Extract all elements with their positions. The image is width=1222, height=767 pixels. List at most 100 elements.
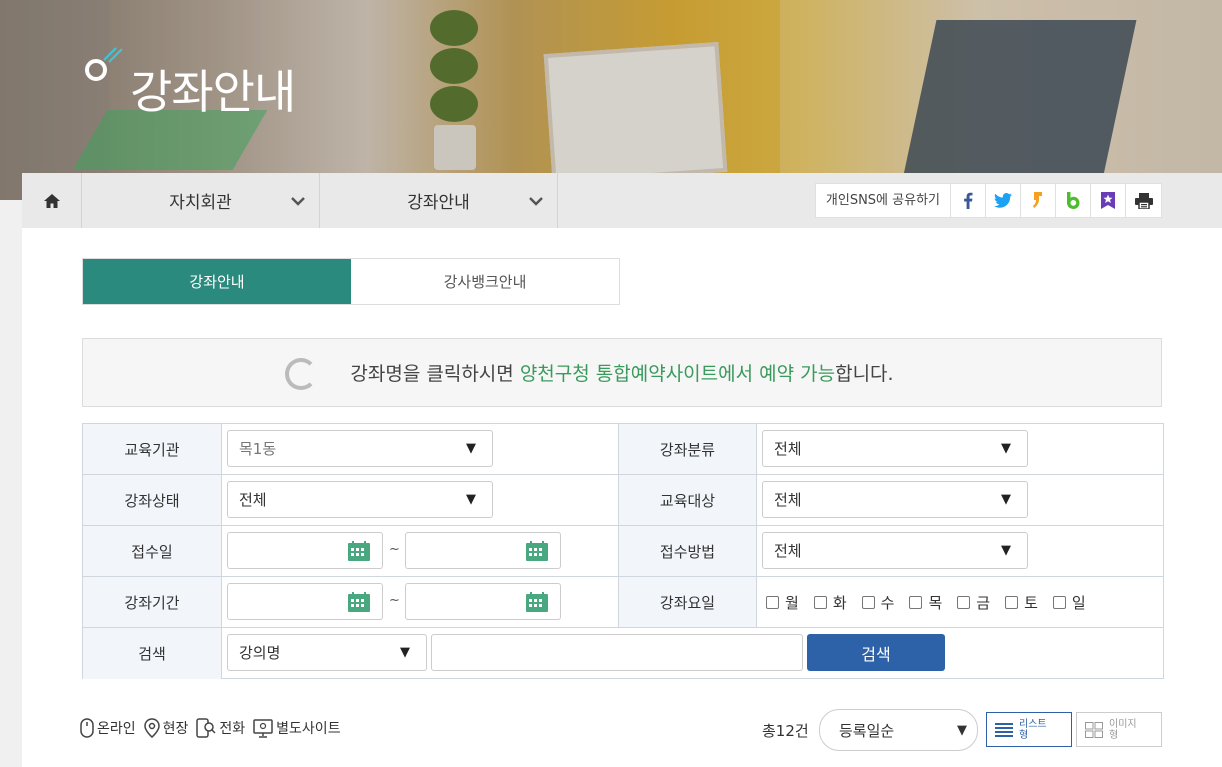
twitter-share-button[interactable] bbox=[986, 184, 1021, 217]
kakaostory-icon bbox=[1033, 192, 1042, 208]
dropdown-arrow-icon: ▼ bbox=[1001, 492, 1011, 507]
page-banner: 강좌안내 bbox=[0, 0, 1222, 200]
view-list-button[interactable]: 리스트형 bbox=[986, 712, 1072, 747]
calendar-icon[interactable] bbox=[526, 592, 548, 612]
checkbox[interactable] bbox=[909, 596, 923, 609]
notice-suffix: 합니다. bbox=[835, 363, 894, 385]
legend-label: 현장 bbox=[162, 721, 189, 737]
notice-text: 강좌명을 클릭하시면 양천구청 통합예약사이트에서 예약 가능합니다. bbox=[350, 359, 893, 386]
sns-share-bar: 개인SNS에 공유하기 bbox=[814, 183, 1162, 218]
band-share-button[interactable] bbox=[1056, 184, 1091, 217]
chevron-down-icon bbox=[529, 197, 543, 206]
range-separator: ~ bbox=[389, 542, 400, 557]
weekday-text: 토 bbox=[1024, 594, 1038, 612]
view-image-button[interactable]: 이미지형 bbox=[1076, 712, 1162, 747]
dropdown-arrow-icon: ▼ bbox=[957, 723, 967, 738]
period-label: 강좌기간 bbox=[83, 577, 222, 627]
bookmark-share-button[interactable] bbox=[1091, 184, 1126, 217]
nav-menu-label: 자치회관 bbox=[169, 193, 232, 213]
search-button[interactable]: 검색 bbox=[807, 634, 945, 671]
receipt-method-label: 접수방법 bbox=[618, 526, 757, 576]
home-icon bbox=[43, 193, 60, 208]
legend-label: 별도사이트 bbox=[276, 721, 341, 737]
checkbox[interactable] bbox=[957, 596, 971, 609]
kakaostory-share-button[interactable] bbox=[1021, 184, 1056, 217]
checkbox[interactable] bbox=[1005, 596, 1019, 609]
legend-label: 전화 bbox=[219, 721, 246, 737]
weekday-option[interactable]: 토 bbox=[1005, 592, 1038, 613]
mouse-icon bbox=[80, 718, 94, 738]
search-form: 교육기관 목1동 ▼ 강좌분류 전체 ▼ 강좌상태 전체 ▼ 교육대상 전체 ▼… bbox=[82, 423, 1164, 679]
weekday-option[interactable]: 화 bbox=[813, 592, 847, 613]
receipt-method-select[interactable]: 전체 ▼ bbox=[762, 532, 1028, 569]
calendar-icon[interactable] bbox=[526, 541, 548, 561]
institution-value: 목1동 bbox=[239, 440, 277, 458]
calendar-icon[interactable] bbox=[348, 592, 370, 612]
search-row: 강좌상태 전체 ▼ 교육대상 전체 ▼ bbox=[83, 475, 1163, 526]
location-navbar: 자치회관 강좌안내 개인SNS에 공유하기 bbox=[22, 173, 1222, 228]
tab-course-info[interactable]: 강좌안내 bbox=[83, 259, 351, 304]
keyword-type-select[interactable]: 강의명 ▼ bbox=[227, 634, 427, 671]
reservation-notice: 강좌명을 클릭하시면 양천구청 통합예약사이트에서 예약 가능합니다. bbox=[82, 338, 1162, 407]
result-count: 총12건 bbox=[762, 722, 809, 740]
list-view-icon bbox=[995, 722, 1013, 737]
weekday-text: 수 bbox=[880, 594, 895, 612]
print-button[interactable] bbox=[1126, 184, 1161, 217]
weekday-text: 일 bbox=[1071, 594, 1086, 612]
home-button[interactable] bbox=[22, 173, 82, 228]
checkbox[interactable] bbox=[1052, 596, 1066, 609]
receipt-method-value: 전체 bbox=[774, 542, 802, 560]
view-list-label: 리스트형 bbox=[1019, 718, 1047, 741]
category-select[interactable]: 전체 ▼ bbox=[762, 430, 1028, 467]
view-image-label: 이미지형 bbox=[1109, 718, 1137, 741]
page-title: 강좌안내 bbox=[130, 65, 296, 119]
status-value: 전체 bbox=[239, 491, 267, 509]
facebook-share-button[interactable] bbox=[951, 184, 986, 217]
dropdown-arrow-icon: ▼ bbox=[466, 441, 476, 456]
weekday-text: 월 bbox=[785, 594, 799, 612]
status-select[interactable]: 전체 ▼ bbox=[227, 481, 493, 518]
weekday-text: 화 bbox=[832, 594, 847, 612]
weekday-option[interactable]: 금 bbox=[957, 592, 990, 613]
twitter-icon bbox=[994, 193, 1012, 208]
target-value: 전체 bbox=[774, 491, 802, 509]
institution-select[interactable]: 목1동 ▼ bbox=[227, 430, 493, 467]
print-icon bbox=[1134, 192, 1153, 209]
keyword-input[interactable] bbox=[431, 634, 803, 671]
category-label: 강좌분류 bbox=[618, 424, 757, 474]
share-label: 개인SNS에 공유하기 bbox=[816, 184, 951, 217]
band-icon bbox=[1066, 192, 1079, 209]
calendar-icon[interactable] bbox=[348, 541, 370, 561]
nav-menu-2[interactable]: 강좌안내 bbox=[320, 173, 558, 228]
checkbox[interactable] bbox=[766, 596, 779, 609]
loading-icon bbox=[285, 358, 317, 390]
checkbox[interactable] bbox=[861, 596, 875, 609]
weekday-option[interactable]: 월 bbox=[766, 592, 799, 613]
weekday-option[interactable]: 목 bbox=[909, 592, 942, 613]
period-start-date-input[interactable] bbox=[227, 583, 383, 620]
weekday-text: 금 bbox=[976, 594, 991, 612]
range-separator: ~ bbox=[389, 593, 400, 608]
sort-value: 등록일순 bbox=[839, 721, 895, 740]
legend-online: 온라인 bbox=[80, 718, 136, 738]
period-end-date-input[interactable] bbox=[405, 583, 561, 620]
receipt-end-date-input[interactable] bbox=[405, 532, 561, 569]
checkbox[interactable] bbox=[813, 596, 827, 609]
dropdown-arrow-icon: ▼ bbox=[1001, 441, 1011, 456]
tab-instructor-bank[interactable]: 강사뱅크안내 bbox=[351, 259, 619, 304]
notice-prefix: 강좌명을 클릭하시면 bbox=[350, 363, 520, 385]
weekday-option[interactable]: 수 bbox=[861, 592, 895, 613]
receipt-start-date-input[interactable] bbox=[227, 532, 383, 569]
dropdown-arrow-icon: ▼ bbox=[1001, 543, 1011, 558]
weekday-label: 강좌요일 bbox=[618, 577, 757, 627]
target-select[interactable]: 전체 ▼ bbox=[762, 481, 1028, 518]
legend-external-site: 별도사이트 bbox=[253, 718, 341, 738]
search-row: 접수일 ~ 접수방법 전체 ▼ bbox=[83, 526, 1163, 577]
nav-menu-1[interactable]: 자치회관 bbox=[82, 173, 320, 228]
target-label: 교육대상 bbox=[618, 475, 757, 525]
institution-label: 교육기관 bbox=[83, 424, 222, 474]
dropdown-arrow-icon: ▼ bbox=[400, 645, 410, 660]
weekday-option[interactable]: 일 bbox=[1052, 592, 1086, 613]
legend-label: 온라인 bbox=[97, 721, 136, 737]
sort-select[interactable]: 등록일순 ▼ bbox=[819, 709, 978, 751]
